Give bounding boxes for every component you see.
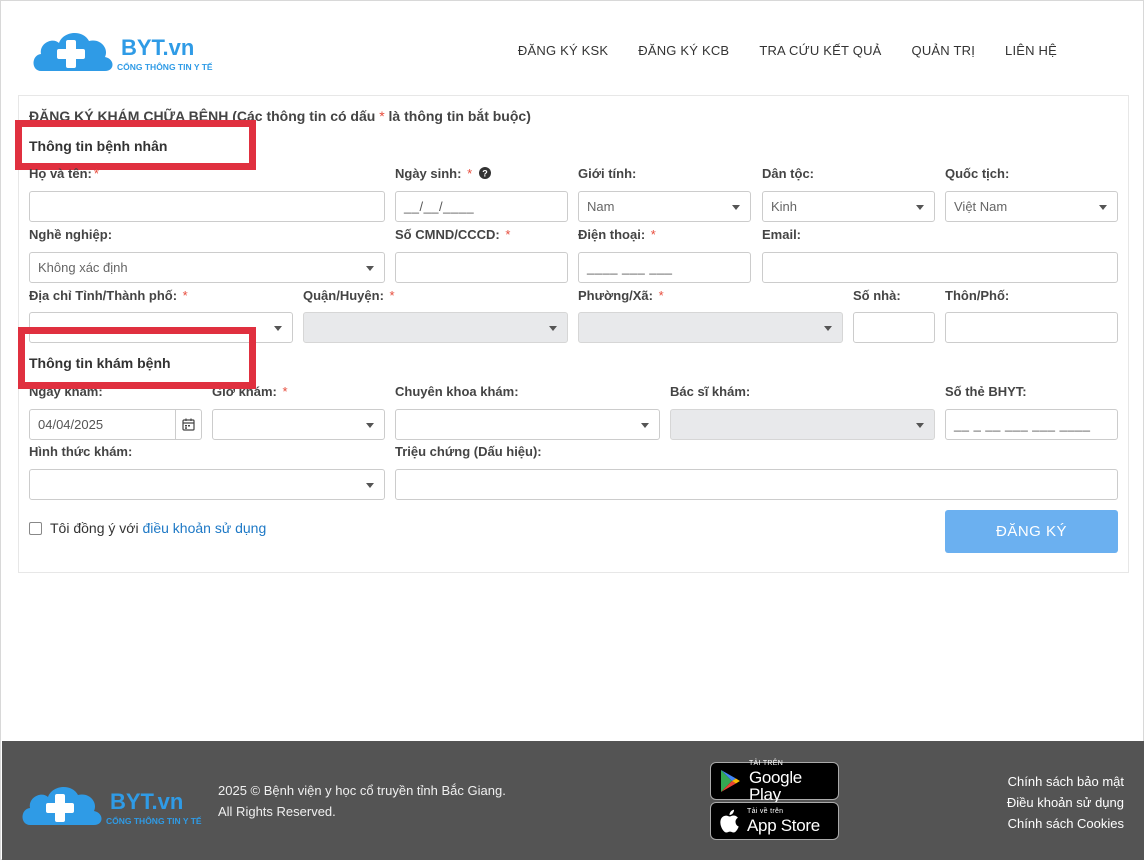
- ward-label: Phường/Xã: *: [578, 288, 664, 303]
- footer-byt-logo[interactable]: BYT.vn CỔNG THÔNG TIN Y TẾ: [20, 777, 210, 829]
- full-name-input[interactable]: [29, 191, 385, 222]
- district-label: Quận/Huyện: *: [303, 288, 395, 303]
- terms-agreement: Tôi đồng ý với điều khoản sử dụng: [29, 520, 266, 536]
- terms-of-use-link[interactable]: Điều khoản sử dụng: [1007, 792, 1124, 813]
- email-input[interactable]: [762, 252, 1118, 283]
- gender-label: Giới tính:: [578, 166, 637, 181]
- ethnicity-label: Dân tộc:: [762, 166, 814, 181]
- calendar-button[interactable]: [175, 410, 201, 439]
- exam-type-label: Hình thức khám:: [29, 444, 133, 459]
- help-icon[interactable]: ?: [478, 167, 491, 179]
- highlight-box-patient: [15, 120, 256, 170]
- cookie-policy-link[interactable]: Chính sách Cookies: [1007, 813, 1124, 834]
- doctor-label: Bác sĩ khám:: [670, 384, 751, 399]
- dob-label: Ngày sinh: * ?: [395, 166, 491, 181]
- house-number-label: Số nhà:: [853, 288, 901, 303]
- nav-admin[interactable]: QUẢN TRỊ: [912, 43, 975, 58]
- ethnicity-select[interactable]: Kinh: [762, 191, 935, 222]
- specialty-select[interactable]: [395, 409, 660, 440]
- insurance-number-input[interactable]: __ _ __ ___ ___ ____: [945, 409, 1118, 440]
- app-store-button[interactable]: Tải về trên App Store: [710, 802, 839, 840]
- exam-type-select[interactable]: [29, 469, 385, 500]
- email-label: Email:: [762, 227, 802, 242]
- hamlet-input[interactable]: [945, 312, 1118, 343]
- footer-links: Chính sách bảo mật Điều khoản sử dụng Ch…: [1007, 771, 1124, 834]
- nav-lookup-results[interactable]: TRA CỨU KẾT QUẢ: [759, 43, 881, 58]
- byt-logo[interactable]: BYT.vn CỔNG THÔNG TIN Y TẾ: [31, 23, 216, 75]
- specialty-label: Chuyên khoa khám:: [395, 384, 519, 399]
- svg-text:?: ?: [482, 169, 488, 179]
- nationality-select[interactable]: Việt Nam: [945, 191, 1118, 222]
- full-name-label: Họ và tên: *: [29, 166, 99, 181]
- nav-register-ksk[interactable]: ĐĂNG KÝ KSK: [518, 43, 608, 58]
- id-number-label: Số CMND/CCCD: *: [395, 227, 511, 242]
- footer: BYT.vn CỔNG THÔNG TIN Y TẾ 2025 © Bệnh v…: [2, 741, 1144, 860]
- gender-select[interactable]: Nam: [578, 191, 751, 222]
- province-label: Địa chỉ Tỉnh/Thành phố: *: [29, 288, 188, 303]
- register-button[interactable]: ĐĂNG KÝ: [945, 510, 1118, 553]
- doctor-select[interactable]: [670, 409, 935, 440]
- occupation-label: Nghề nghiệp:: [29, 227, 113, 242]
- svg-text:BYT.vn: BYT.vn: [121, 35, 194, 60]
- nationality-label: Quốc tịch:: [945, 166, 1010, 181]
- main-nav: ĐĂNG KÝ KSK ĐĂNG KÝ KCB TRA CỨU KẾT QUẢ …: [518, 43, 1057, 58]
- apple-icon: [720, 809, 739, 833]
- exam-time-select[interactable]: [212, 409, 385, 440]
- copyright: 2025 © Bệnh viện y học cổ truyền tỉnh Bắ…: [218, 783, 506, 819]
- dob-input[interactable]: __/__/____: [395, 191, 568, 222]
- google-play-button[interactable]: TẢI TRÊN Google Play: [710, 760, 839, 803]
- id-number-input[interactable]: [395, 252, 568, 283]
- symptoms-input[interactable]: [395, 469, 1118, 500]
- svg-text:CỔNG THÔNG TIN Y TẾ: CỔNG THÔNG TIN Y TẾ: [117, 61, 213, 72]
- google-play-icon: [720, 770, 740, 792]
- phone-input[interactable]: ____ ___ ___: [578, 252, 751, 283]
- calendar-icon: [182, 418, 195, 431]
- occupation-select[interactable]: Không xác định: [29, 252, 385, 283]
- district-select[interactable]: [303, 312, 568, 343]
- exam-date-input[interactable]: 04/04/2025: [29, 409, 202, 440]
- phone-label: Điện thoại: *: [578, 227, 656, 242]
- ward-select[interactable]: [578, 312, 843, 343]
- svg-text:BYT.vn: BYT.vn: [110, 789, 183, 814]
- symptoms-label: Triệu chứng (Dấu hiệu):: [395, 444, 542, 459]
- page: BYT.vn CỔNG THÔNG TIN Y TẾ ĐĂNG KÝ KSK Đ…: [0, 0, 1144, 860]
- hamlet-label: Thôn/Phố:: [945, 288, 1010, 303]
- svg-text:CỔNG THÔNG TIN Y TẾ: CỔNG THÔNG TIN Y TẾ: [106, 815, 202, 826]
- nav-contact[interactable]: LIÊN HỆ: [1005, 43, 1057, 58]
- nav-register-kcb[interactable]: ĐĂNG KÝ KCB: [638, 43, 729, 58]
- highlight-box-exam: [18, 327, 256, 389]
- terms-link[interactable]: điều khoản sử dụng: [142, 520, 266, 536]
- insurance-number-label: Số thẻ BHYT:: [945, 384, 1027, 399]
- terms-checkbox[interactable]: [29, 521, 42, 535]
- privacy-policy-link[interactable]: Chính sách bảo mật: [1007, 771, 1124, 792]
- house-number-input[interactable]: [853, 312, 935, 343]
